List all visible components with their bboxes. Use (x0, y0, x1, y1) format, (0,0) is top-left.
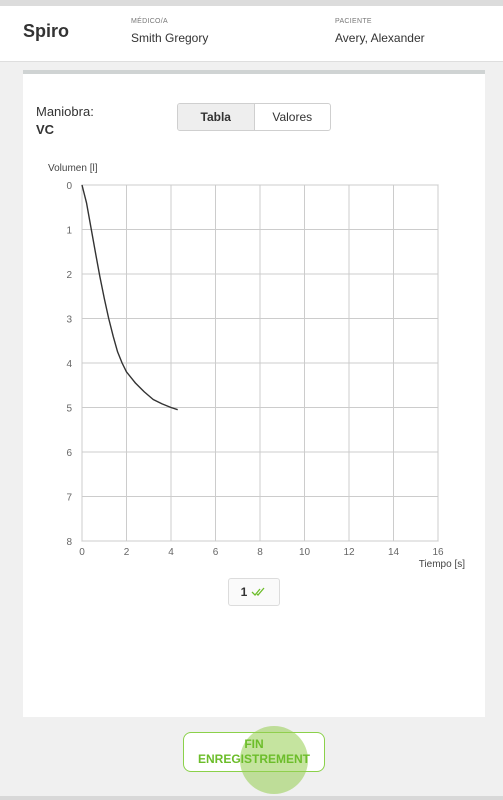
finish-recording-button[interactable]: FIN ENREGISTREMENT (183, 726, 325, 794)
trial-number: 1 (240, 585, 248, 599)
x-tick-label: 8 (257, 547, 263, 558)
y-tick-label: 1 (66, 226, 72, 237)
y-tick-label: 0 (66, 181, 72, 192)
x-tick-label: 0 (79, 547, 85, 558)
medico-label: MÉDICO/A (131, 18, 169, 25)
medico-value: Smith Gregory (131, 31, 209, 45)
volume-time-chart: 0 2 4 6 8 10 12 14 16012345678Volumen [l]Tiempo … (48, 163, 466, 570)
x-tick-label: 16 (432, 547, 444, 558)
maneuver-card: Maniobra: VC Tabla Valores 0 2 4 6 8 10 12 14 16… (23, 70, 485, 717)
finish-label-line2: ENREGISTREMENT (197, 752, 310, 766)
finish-recording-label: FIN ENREGISTREMENT (198, 737, 310, 767)
y-tick-label: 7 (66, 493, 72, 504)
x-tick-label: 2 (124, 547, 130, 558)
x-axis-label: Tiempo [s] (419, 559, 466, 570)
app-title: Spiro (23, 21, 70, 41)
x-tick-label: 12 (343, 547, 355, 558)
trial-button[interactable]: 1 (228, 578, 280, 606)
double-check-icon (251, 587, 265, 596)
x-tick-label: 10 (299, 547, 311, 558)
paciente-value: Avery, Alexander (335, 31, 425, 45)
y-tick-label: 5 (66, 404, 72, 415)
bottom-strip (0, 796, 503, 800)
x-tick-label: 4 (168, 547, 174, 558)
x-tick-label: 6 (213, 547, 219, 558)
y-tick-label: 2 (66, 270, 72, 281)
y-axis-label: Volumen [l] (48, 163, 98, 174)
y-tick-label: 6 (66, 448, 72, 459)
y-tick-label: 3 (66, 315, 72, 326)
finish-label-line1: FIN (244, 737, 264, 751)
y-tick-label: 8 (66, 537, 72, 548)
header-bar: Spiro MÉDICO/A Smith Gregory PACIENTE Av… (0, 6, 503, 62)
paciente-label: PACIENTE (335, 18, 372, 25)
y-tick-label: 4 (66, 359, 72, 370)
x-tick-label: 14 (388, 547, 400, 558)
